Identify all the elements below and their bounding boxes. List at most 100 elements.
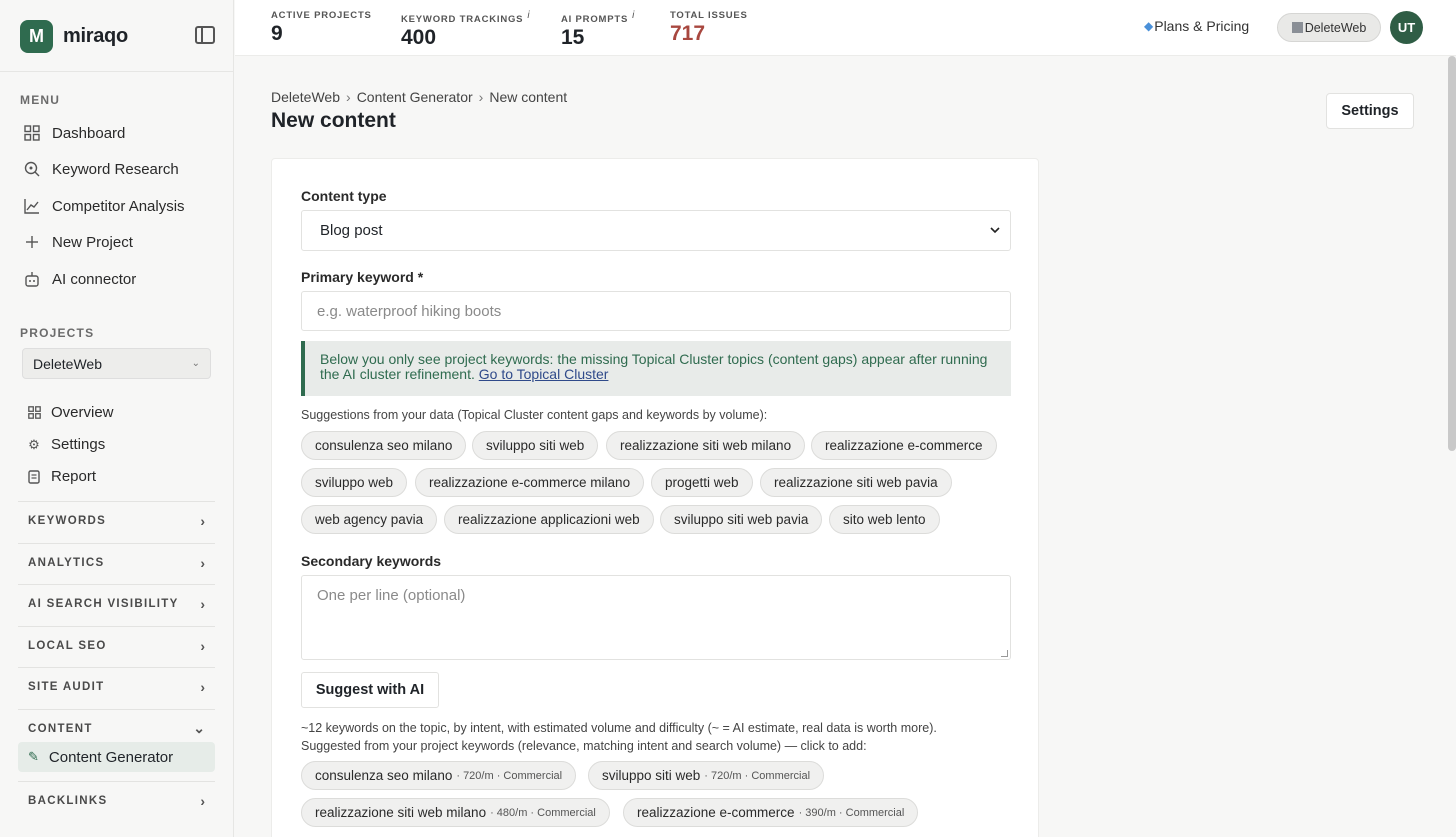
- suggestion-chip[interactable]: realizzazione applicazioni web: [444, 505, 654, 534]
- content-form-card: Content type Blog post Primary keyword *…: [271, 158, 1039, 837]
- sidebar-item-report[interactable]: Report: [27, 468, 96, 485]
- desc-line: Suggested from your project keywords (re…: [301, 739, 867, 753]
- avatar[interactable]: UT: [1390, 11, 1423, 44]
- document-icon: [27, 469, 41, 484]
- primary-keyword-input[interactable]: e.g. waterproof hiking boots: [301, 291, 1011, 331]
- stat-value: 9: [271, 22, 283, 45]
- breadcrumb-item[interactable]: DeleteWeb: [271, 89, 340, 105]
- suggestions-hint: Suggestions from your data (Topical Clus…: [301, 408, 768, 422]
- projects-label: PROJECTS: [20, 326, 95, 340]
- keyword-chip-label: sviluppo siti web: [602, 768, 701, 783]
- secondary-keywords-label: Secondary keywords: [301, 553, 442, 569]
- settings-button[interactable]: Settings: [1326, 93, 1414, 129]
- keyword-chip-meta: · 390/m · Commercial: [798, 806, 905, 819]
- chevron-down-icon: ⌄: [191, 358, 200, 369]
- group-site-audit[interactable]: SITE AUDIT ›: [18, 667, 215, 705]
- grid-icon: [27, 406, 41, 419]
- pencil-icon: ✎: [28, 749, 39, 764]
- sidebar-item-settings[interactable]: ⚙ Settings: [27, 436, 105, 453]
- sidebar-item-overview[interactable]: Overview: [27, 404, 114, 421]
- breadcrumb-item-current: New content: [489, 89, 568, 105]
- group-local-seo[interactable]: LOCAL SEO ›: [18, 626, 215, 664]
- info-icon[interactable]: i: [527, 10, 530, 21]
- keyword-chip[interactable]: sviluppo siti web · 720/m · Commercial: [588, 761, 825, 790]
- project-select[interactable]: DeleteWeb ⌄: [22, 348, 211, 379]
- resize-handle-icon[interactable]: [1001, 650, 1008, 657]
- keyword-chip-meta: · 480/m · Commercial: [490, 806, 596, 819]
- sidebar-item-competitor-analysis[interactable]: Competitor Analysis: [24, 194, 185, 218]
- keyword-chip-meta: · 720/m · Commercial: [456, 769, 563, 782]
- chevron-down-icon: ⌄: [193, 720, 205, 736]
- building-icon: [1291, 22, 1303, 33]
- chevron-right-icon: ›: [200, 637, 205, 654]
- brand-name: miraqo: [63, 25, 128, 47]
- breadcrumb-item[interactable]: Content Generator: [357, 89, 473, 105]
- sidebar: M miraqo MENU Dashboard Keyword Research…: [0, 0, 234, 837]
- suggestion-chip[interactable]: sito web lento: [829, 505, 940, 534]
- suggestion-chip[interactable]: sviluppo siti web pavia: [660, 505, 823, 534]
- suggestion-chip[interactable]: realizzazione siti web milano: [606, 431, 806, 460]
- sidebar-item-ai-connector[interactable]: AI connector: [24, 267, 136, 291]
- stat-total-issues: TOTAL ISSUES 717: [670, 10, 748, 46]
- brand[interactable]: M miraqo: [20, 20, 128, 53]
- sidebar-item-label: Overview: [51, 404, 114, 421]
- suggestion-chip[interactable]: sviluppo web: [301, 468, 408, 497]
- chevron-right-icon: ›: [200, 792, 205, 809]
- content-type-value: Blog post: [320, 222, 383, 239]
- grid-icon: [24, 125, 40, 141]
- content-type-select[interactable]: Blog post: [301, 210, 1011, 251]
- sidebar-item-keyword-research[interactable]: Keyword Research: [24, 157, 179, 181]
- suggestion-chip[interactable]: sviluppo siti web: [472, 431, 599, 460]
- suggestion-chip[interactable]: consulenza seo milano: [301, 431, 467, 460]
- keyword-chip[interactable]: realizzazione e-commerce · 390/m · Comme…: [623, 798, 919, 827]
- group-ai-search-visibility[interactable]: AI SEARCH VISIBILITY ›: [18, 584, 215, 622]
- suggestion-chip[interactable]: web agency pavia: [301, 505, 438, 534]
- sidebar-item-new-project[interactable]: New Project: [24, 230, 133, 254]
- stat-label: ACTIVE PROJECTS: [271, 10, 372, 21]
- group-backlinks[interactable]: BACKLINKS ›: [18, 781, 215, 819]
- secondary-keywords-placeholder: One per line (optional): [317, 587, 466, 604]
- sidebar-item-content-generator[interactable]: ✎ Content Generator: [18, 742, 215, 772]
- search-icon: [24, 161, 40, 177]
- group-label: ANALYTICS: [28, 556, 105, 569]
- project-select-value: DeleteWeb: [33, 355, 103, 372]
- breadcrumb: DeleteWeb › Content Generator › New cont…: [271, 89, 567, 105]
- workspace-name: DeleteWeb: [1304, 20, 1367, 35]
- stat-active-projects: ACTIVE PROJECTS 9: [271, 10, 372, 46]
- keyword-chip[interactable]: realizzazione siti web milano · 480/m · …: [301, 798, 610, 827]
- topical-cluster-link[interactable]: Go to Topical Cluster: [479, 366, 609, 382]
- gear-icon: ⚙: [28, 436, 40, 452]
- stat-value: 15: [561, 26, 585, 50]
- stat-value: 717: [670, 22, 706, 45]
- suggestion-chip[interactable]: realizzazione siti web pavia: [760, 468, 952, 497]
- suggestion-chip[interactable]: realizzazione e-commerce milano: [415, 468, 645, 497]
- group-keywords[interactable]: KEYWORDS ›: [18, 501, 215, 539]
- plans-pricing-link[interactable]: ◆ Plans & Pricing: [1144, 18, 1249, 34]
- gem-icon: ◆: [1144, 19, 1154, 33]
- sidebar-item-label: Settings: [51, 436, 106, 453]
- keyword-chip[interactable]: consulenza seo milano · 720/m · Commerci…: [301, 761, 577, 790]
- suggest-with-ai-button[interactable]: Suggest with AI: [301, 672, 439, 708]
- secondary-keywords-textarea[interactable]: One per line (optional): [301, 575, 1011, 660]
- robot-icon: [24, 271, 40, 287]
- sidebar-toggle-icon[interactable]: [195, 26, 215, 44]
- sidebar-item-label: Report: [51, 468, 97, 485]
- group-analytics[interactable]: ANALYTICS ›: [18, 543, 215, 581]
- sidebar-item-label: AI connector: [52, 270, 137, 288]
- keyword-chip-label: realizzazione e-commerce: [637, 805, 795, 820]
- keyword-chip-meta: · 720/m · Commercial: [704, 769, 811, 782]
- sidebar-item-dashboard[interactable]: Dashboard: [24, 121, 125, 145]
- plans-label: Plans & Pricing: [1154, 18, 1250, 34]
- info-icon[interactable]: i: [632, 10, 635, 21]
- stat-label: KEYWORD TRACKINGS i: [401, 10, 531, 26]
- group-label: AI SEARCH VISIBILITY: [28, 597, 179, 610]
- suggestion-chip[interactable]: realizzazione e-commerce: [811, 431, 997, 460]
- stat-keyword-trackings: KEYWORD TRACKINGS i 400: [401, 10, 530, 50]
- suggestion-chip[interactable]: progetti web: [651, 468, 753, 497]
- group-label: SITE AUDIT: [28, 680, 105, 693]
- chevron-right-icon: ›: [200, 678, 205, 695]
- workspace-switcher[interactable]: DeleteWeb: [1277, 13, 1381, 42]
- page-scrollbar[interactable]: [1448, 56, 1456, 451]
- logo: M: [20, 20, 53, 53]
- chevron-down-icon: [990, 225, 1000, 237]
